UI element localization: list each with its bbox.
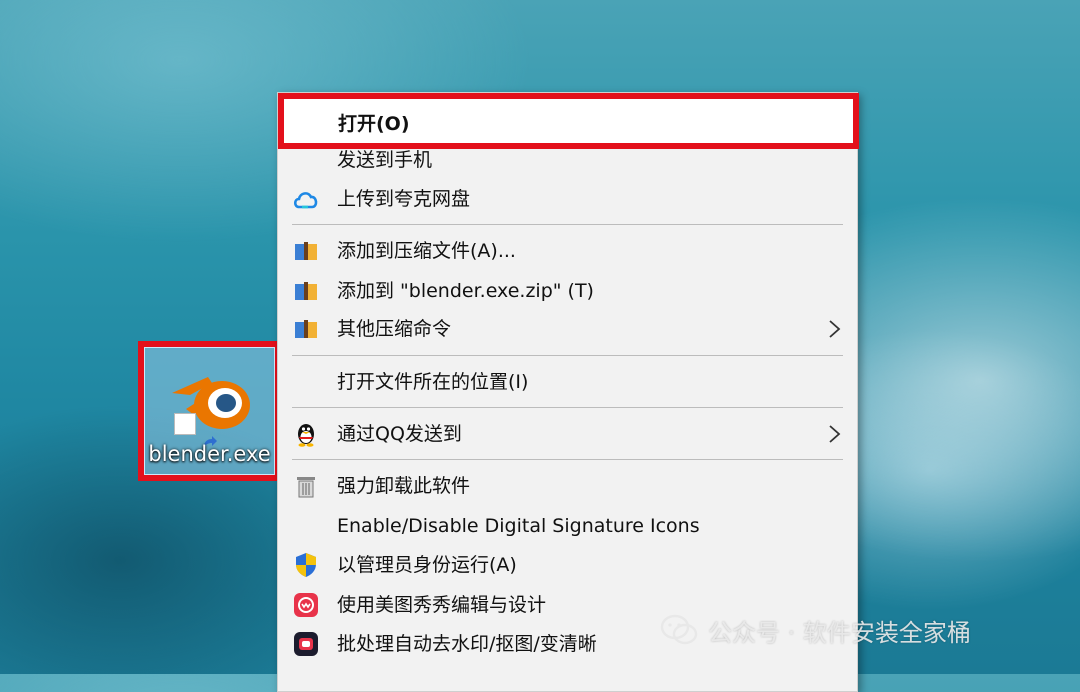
- trash-bin-icon: [293, 473, 319, 499]
- menu-item-label: 以管理员身份运行(A): [337, 554, 517, 576]
- menu-item-send-via-qq[interactable]: 通过QQ发送到: [278, 415, 857, 453]
- menu-item-send-to-phone[interactable]: 发送到手机: [278, 141, 857, 179]
- meitu-icon: [293, 592, 319, 618]
- chevron-right-icon: [829, 425, 841, 443]
- menu-item-upload-quark[interactable]: 上传到夸克网盘: [278, 180, 857, 218]
- menu-item-label: 批处理自动去水印/抠图/变清晰: [337, 633, 597, 655]
- uac-shield-icon: [293, 552, 319, 578]
- menu-item-add-to-zip[interactable]: 添加到 "blender.exe.zip" (T): [278, 272, 857, 310]
- menu-separator: [292, 459, 843, 460]
- menu-item-label: 强力卸载此软件: [337, 475, 471, 497]
- desktop-icon-label: blender.exe: [148, 442, 271, 466]
- shortcut-arrow-icon: [174, 413, 217, 447]
- menu-item-label: 添加到 "blender.exe.zip" (T): [337, 280, 594, 302]
- menu-separator: [292, 355, 843, 356]
- menu-item-label: 其他压缩命令: [337, 318, 452, 340]
- wechat-icon: [660, 614, 698, 645]
- menu-item-label: 通过QQ发送到: [337, 423, 462, 445]
- archive-icon: [293, 238, 319, 264]
- watermark-text: 公众号 · 软件安装全家桶: [708, 618, 971, 647]
- menu-item-label: Enable/Disable Digital Signature Icons: [337, 515, 700, 537]
- menu-item-label: 上传到夸克网盘: [337, 188, 471, 210]
- menu-item-other-compress[interactable]: 其他压缩命令: [278, 310, 857, 348]
- desktop-shortcut-blender[interactable]: blender.exe: [138, 341, 281, 481]
- menu-item-digital-signature[interactable]: Enable/Disable Digital Signature Icons: [278, 507, 857, 545]
- menu-item-label: 打开文件所在的位置(I): [337, 371, 529, 393]
- menu-item-add-to-archive[interactable]: 添加到压缩文件(A)...: [278, 232, 857, 270]
- archive-icon: [293, 278, 319, 304]
- watermark: 公众号 · 软件安装全家桶: [660, 612, 971, 648]
- context-menu: 打开(O) 发送到手机 上传到夸克网盘 添加到压缩文件(A)... 添加到 "b…: [277, 92, 859, 692]
- menu-item-label: 打开(O): [338, 113, 410, 135]
- chevron-right-icon: [829, 320, 841, 338]
- menu-separator: [292, 224, 843, 225]
- quark-cloud-icon: [293, 186, 319, 212]
- batch-tool-icon: [293, 631, 319, 657]
- menu-item-label: 发送到手机: [337, 149, 433, 171]
- qq-penguin-icon: [293, 421, 319, 447]
- menu-separator: [292, 407, 843, 408]
- menu-item-label: 添加到压缩文件(A)...: [337, 240, 516, 262]
- menu-item-label: 使用美图秀秀编辑与设计: [337, 594, 547, 616]
- menu-item-run-as-admin[interactable]: 以管理员身份运行(A): [278, 546, 857, 584]
- menu-item-force-uninstall[interactable]: 强力卸载此软件: [278, 467, 857, 505]
- archive-icon: [293, 316, 319, 342]
- menu-item-open-file-location[interactable]: 打开文件所在的位置(I): [278, 363, 857, 401]
